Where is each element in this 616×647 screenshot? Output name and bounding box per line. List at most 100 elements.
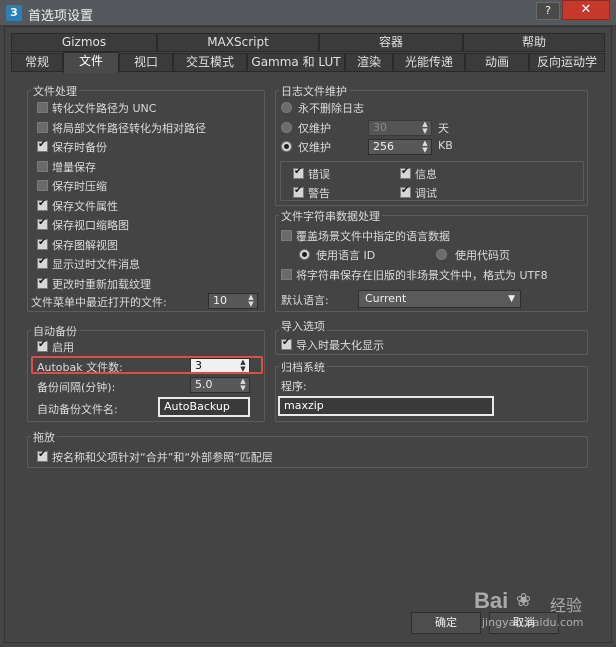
ok-button[interactable]: 确定 [411,612,481,634]
tab-interaction-mode[interactable]: 交互模式 [173,53,247,72]
tab-general[interactable]: 常规 [11,53,63,72]
watermark-cn: 经验 [550,596,583,615]
option-label: 将局部文件路径转化为相对路径 [52,122,206,135]
auto-backup-title: 自动备份 [31,323,79,339]
window-title: 首选项设置 [28,9,94,24]
backup-interval-value: 5.0 [195,378,213,391]
keep-days-spinner[interactable]: 30 ▲ ▼ [368,120,432,136]
archive-program-input[interactable]: maxzip [278,396,494,416]
keep-kb-value: 256 [373,140,394,153]
spinner-arrows-icon[interactable]: ▲ ▼ [420,121,430,135]
spinner-arrows-icon[interactable]: ▲ ▼ [238,378,248,392]
checkbox-backup-on-save[interactable] [37,139,48,152]
days-unit: 天 [438,122,449,135]
tab-radiosity[interactable]: 光能传递 [393,53,465,72]
close-button[interactable]: ✕ [562,0,610,20]
checkbox-unc[interactable] [37,102,48,113]
tab-files[interactable]: 文件 [63,52,119,73]
app-logo-icon: 3 [6,5,22,21]
checkbox-enable-autobackup[interactable] [37,339,48,352]
tab-rendering[interactable]: 渲染 [345,53,393,72]
log-maintenance-title: 日志文件维护 [279,83,349,99]
use-codepage-label: 使用代码页 [455,249,510,262]
option-label: 转化文件路径为 UNC [52,102,157,115]
option-label: 更改时重新加载纹理 [52,278,151,291]
keep-days-label: 仅维护 [298,122,331,135]
tab-containers[interactable]: 容器 [319,33,463,52]
radio-use-language-id[interactable] [299,249,310,260]
option-label: 保存时备份 [52,141,107,154]
backup-filename-label: 自动备份文件名: [37,403,118,416]
tab-gamma-lut[interactable]: Gamma 和 LUT [247,53,345,72]
archive-system-title: 归档系统 [279,359,327,375]
checkbox-info[interactable] [400,166,411,179]
maximize-on-import-label: 导入时最大化显示 [296,339,384,352]
spinner-arrows-icon[interactable]: ▲ ▼ [420,140,430,154]
chevron-down-icon: ▼ [508,294,515,304]
checkbox-relative-path[interactable] [37,122,48,133]
default-language-label: 默认语言: [281,294,329,307]
recent-files-label: 文件菜单中最近打开的文件: [31,296,167,309]
recent-files-value: 10 [213,294,227,307]
tab-maxscript[interactable]: MAXScript [157,33,319,52]
debug-label: 调试 [415,187,437,200]
checkbox-compress-on-save[interactable] [37,180,48,191]
backup-interval-spinner[interactable]: 5.0 ▲ ▼ [190,377,250,393]
tab-help[interactable]: 帮助 [463,33,605,52]
keep-kb-label: 仅维护 [298,141,331,154]
radio-use-codepage[interactable] [436,249,447,260]
program-label: 程序: [281,380,307,393]
checkbox-override-language[interactable] [281,230,292,241]
checkbox-debug[interactable] [400,185,411,198]
tab-gizmos[interactable]: Gizmos [11,33,157,52]
option-label: 显示过时文件消息 [52,258,140,271]
checkbox-reload-textures[interactable] [37,276,48,289]
recent-files-spinner[interactable]: 10 ▲ ▼ [208,293,258,309]
backup-filename-input[interactable]: AutoBackup [158,397,250,417]
enable-autobackup-label: 启用 [52,341,74,354]
spinner-arrows-icon[interactable]: ▲ ▼ [246,294,256,308]
tab-viewports[interactable]: 视口 [119,53,173,72]
drag-drop-title: 拖放 [31,429,57,445]
kb-unit: KB [438,139,453,152]
tab-animation[interactable]: 动画 [465,53,529,72]
option-label: 保存视口缩略图 [52,219,129,232]
string-data-title: 文件字符串数据处理 [279,208,382,224]
checkbox-warnings[interactable] [293,185,304,198]
checkbox-save-file-properties[interactable] [37,198,48,211]
checkbox-incremental-save[interactable] [37,161,48,172]
highlight-annotation [31,356,263,374]
help-button[interactable]: ? [536,2,560,20]
checkbox-maximize-on-import[interactable] [281,337,292,350]
default-language-dropdown[interactable]: Current ▼ [358,290,521,308]
checkbox-save-schematic-view[interactable] [37,237,48,250]
match-layers-label: 按名称和父项针对“合并”和“外部参照”匹配层 [52,451,273,464]
title-bar: 3 首选项设置 ? ✕ [0,0,616,26]
import-options-title: 导入选项 [279,318,327,334]
radio-never-delete[interactable] [281,102,292,113]
baidu-watermark: Bai ❀ 经验 jingyan.baidu.com [472,588,608,638]
checkbox-obsolete-file-message[interactable] [37,256,48,269]
watermark-logo: Bai [474,588,509,613]
file-handling-title: 文件处理 [31,83,79,99]
paw-icon: ❀ [516,590,532,611]
option-label: 保存时压缩 [52,180,107,193]
errors-label: 错误 [308,168,330,181]
option-label: 保存文件属性 [52,200,118,213]
info-label: 信息 [415,168,437,181]
override-language-label: 覆盖场景文件中指定的语言数据 [296,230,450,243]
warnings-label: 警告 [308,187,330,200]
radio-keep-days[interactable] [281,122,292,133]
keep-kb-spinner[interactable]: 256 ▲ ▼ [368,139,432,155]
checkbox-save-viewport-thumbnail[interactable] [37,217,48,230]
keep-days-value: 30 [373,121,387,134]
radio-keep-kb[interactable] [281,141,292,152]
option-label: 保存图解视图 [52,239,118,252]
tab-inverse-kinematics[interactable]: 反向运动学 [529,53,605,72]
never-delete-label: 永不删除日志 [298,102,364,115]
checkbox-match-layers[interactable] [37,449,48,462]
checkbox-errors[interactable] [293,166,304,179]
watermark-url: jingyan.baidu.com [482,616,584,629]
checkbox-save-utf8[interactable] [281,269,292,280]
default-language-value: Current [365,292,407,305]
